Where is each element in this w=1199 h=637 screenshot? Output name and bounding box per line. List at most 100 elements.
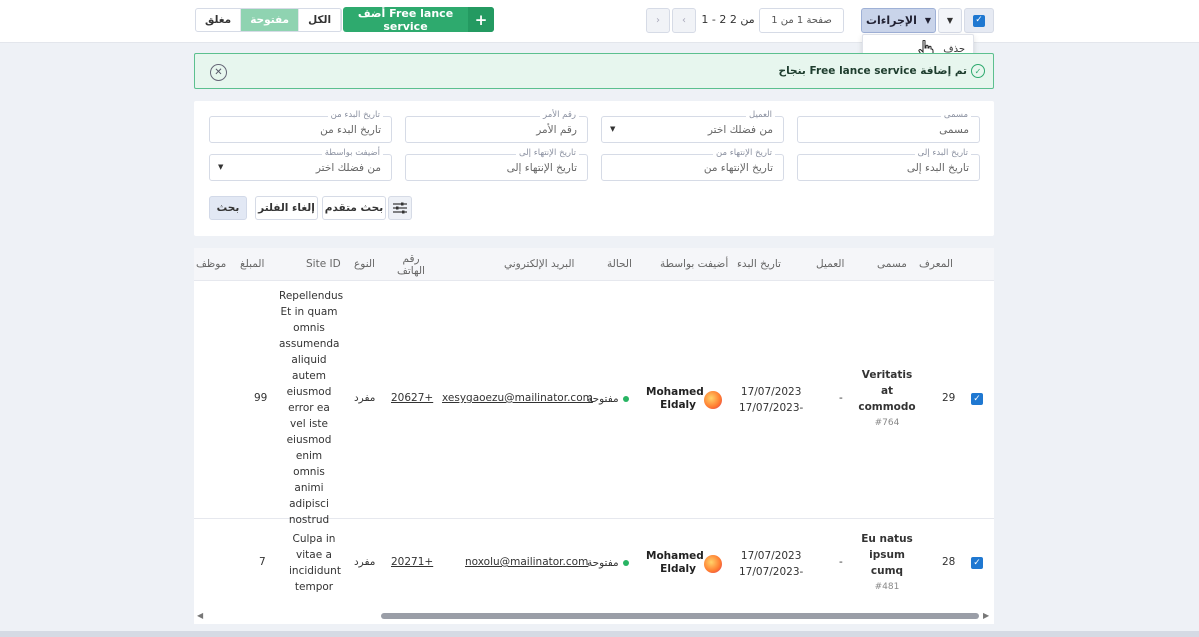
column-header-phone[interactable]: رقم الهاتف [396, 253, 426, 277]
order-number-filter-input[interactable]: رقم الأمر رقم الأمر [405, 110, 588, 143]
table-row[interactable]: ✓ 28 Eu natus ipsum cumq #481 - 17/07/20… [194, 519, 994, 611]
row-code: #764 [874, 418, 900, 428]
field-label: تاريخ البدء إلى [914, 148, 971, 158]
row-start-date: 17/07/2023 [740, 386, 802, 398]
row-amount: 99 [254, 392, 268, 404]
status-tabs: مغلق مفتوحة الكل [195, 8, 343, 32]
scroll-left-icon[interactable]: ◀ [197, 611, 203, 620]
row-email-link[interactable]: noxolu@mailinator.com [465, 556, 588, 568]
phone-header-line: الهاتف [397, 265, 425, 277]
status-dot-icon [622, 396, 629, 402]
sliders-icon [393, 202, 407, 214]
row-site-id: Repellendus Et in quam omnis assumenda a… [279, 290, 344, 526]
end-date-from-input[interactable]: تاريخ الإنتهاء من تاريخ الإنتهاء من [601, 148, 784, 181]
page-indicator[interactable]: صفحة 1 من 1 [759, 8, 844, 33]
chevron-right-icon: › [656, 15, 660, 26]
caret-down-icon: ▼ [924, 16, 932, 25]
actions-button[interactable]: الإجراءات ▼ [861, 8, 936, 33]
row-phone-link[interactable]: 20271+ [391, 556, 433, 568]
start-date-from-input[interactable]: تاريخ البدء من تاريخ البدء من [209, 110, 392, 143]
next-page-button[interactable]: › [646, 8, 670, 33]
field-placeholder: تاريخ البدء من [320, 124, 381, 136]
services-table: المعرف مسمى العميل تاريخ البدء أضيفت بوا… [194, 248, 994, 624]
clear-filter-button[interactable]: إلغاء الفلتر [255, 196, 318, 220]
row-type: مفرد [354, 556, 376, 568]
row-end-date: 17/07/2023- [739, 402, 804, 414]
column-header-added-by[interactable]: أضيفت بواسطة [660, 258, 728, 270]
close-alert-icon[interactable]: ✕ [210, 64, 227, 81]
row-client: - [839, 556, 843, 568]
row-id: 29 [942, 392, 956, 404]
column-header-title[interactable]: مسمى [877, 258, 907, 270]
row-code: #481 [874, 582, 900, 592]
row-dates: 17/07/2023 17/07/2023- [739, 548, 803, 580]
row-email-link[interactable]: xesygaoezu@mailinator.com [442, 392, 593, 404]
status-dot-icon [622, 560, 629, 566]
advanced-filter-toggle[interactable] [388, 196, 412, 220]
row-title[interactable]: Eu natus ipsum cumq #481 [854, 531, 920, 595]
client-filter-select[interactable]: العميل من فضلك اختر ▼ [601, 110, 784, 143]
success-alert: ✓ تم إضافة Free lance service بنجاح ✕ [194, 53, 994, 89]
row-added-by: Mohamed Eldaly [646, 550, 704, 576]
field-placeholder: مسمى [939, 124, 969, 136]
tab-closed[interactable]: مغلق [196, 9, 242, 31]
tab-all[interactable]: الكل [299, 9, 342, 31]
row-checkbox[interactable]: ✓ [971, 557, 983, 569]
column-header-id[interactable]: المعرف [919, 258, 953, 270]
field-placeholder: من فضلك اختر [707, 124, 773, 136]
page-label: صفحة 1 من 1 [771, 15, 832, 26]
start-date-to-input[interactable]: تاريخ البدء إلى تاريخ البدء إلى [797, 148, 980, 181]
select-all-checkbox[interactable]: ✓ [964, 8, 994, 33]
column-header-type[interactable]: النوع [354, 258, 375, 270]
add-button-label: أضف Free lance service [357, 6, 454, 33]
title-filter-input[interactable]: مسمى مسمى [797, 110, 980, 143]
filter-panel: مسمى مسمى العميل من فضلك اختر ▼ رقم الأم… [194, 101, 994, 236]
advanced-search-button[interactable]: بحث متقدم [322, 196, 386, 220]
add-freelance-service-button[interactable]: أضف Free lance service + [343, 6, 494, 33]
field-label: رقم الأمر [540, 110, 579, 120]
caret-down-icon: ▼ [610, 125, 616, 133]
row-title[interactable]: Veritatis at commodo #764 [854, 367, 920, 431]
row-added-by: Mohamed Eldaly [646, 386, 704, 412]
search-button[interactable]: بحث [209, 196, 247, 220]
scrollbar-thumb[interactable] [381, 613, 979, 619]
column-header-client[interactable]: العميل [816, 258, 844, 270]
field-placeholder: تاريخ الإنتهاء من [703, 162, 773, 174]
row-phone-link[interactable]: 20627+ [391, 392, 433, 404]
column-header-status[interactable]: الحالة [607, 258, 632, 270]
row-checkbox[interactable]: ✓ [971, 393, 983, 405]
row-status: مفتوحة [587, 393, 629, 405]
scroll-right-icon[interactable]: ▶ [983, 611, 989, 620]
row-title-text: Veritatis at commodo [858, 369, 916, 413]
column-header-email[interactable]: البريد الإلكتروني [504, 258, 574, 270]
page-bottom-border [0, 631, 1199, 637]
row-title-text: Eu natus ipsum cumq [861, 533, 913, 577]
horizontal-scrollbar[interactable]: ◀ ▶ [194, 610, 994, 622]
row-start-date: 17/07/2023 [740, 550, 802, 562]
alert-message: تم إضافة Free lance service بنجاح [778, 65, 967, 77]
column-header-site-id[interactable]: Site ID [306, 258, 341, 270]
column-header-start-date[interactable]: تاريخ البدء [737, 258, 781, 270]
plus-icon: + [468, 7, 494, 32]
field-label: تاريخ الإنتهاء من [713, 148, 775, 158]
caret-down-icon: ▼ [946, 16, 954, 25]
phone-header-line: رقم [402, 253, 420, 265]
tab-open[interactable]: مفتوحة [241, 9, 300, 31]
added-by-filter-select[interactable]: أضيفت بواسطة من فضلك اختر ▼ [209, 148, 392, 181]
table-row[interactable]: ✓ 29 Veritatis at commodo #764 - 17/07/2… [194, 281, 994, 526]
select-dropdown-button[interactable]: ▼ [938, 8, 962, 33]
field-label: مسمى [940, 110, 971, 120]
row-type: مفرد [354, 392, 376, 404]
row-id: 28 [942, 556, 956, 568]
row-dates: 17/07/2023 17/07/2023- [739, 384, 803, 416]
field-placeholder: من فضلك اختر [315, 162, 381, 174]
end-date-to-input[interactable]: تاريخ الإنتهاء إلى تاريخ الإنتهاء إلى [405, 148, 588, 181]
column-header-employee[interactable]: موظف [196, 258, 226, 270]
field-placeholder: تاريخ الإنتهاء إلى [506, 162, 577, 174]
top-toolbar: ✓ ▼ الإجراءات ▼ صفحة 1 من 1 1 - 2 من 2 ‹… [0, 0, 1199, 43]
check-circle-icon: ✓ [971, 64, 985, 78]
prev-page-button[interactable]: ‹ [672, 8, 696, 33]
field-label: تاريخ الإنتهاء إلى [516, 148, 579, 158]
field-placeholder: رقم الأمر [536, 124, 577, 136]
column-header-amount[interactable]: المبلغ [240, 258, 264, 270]
